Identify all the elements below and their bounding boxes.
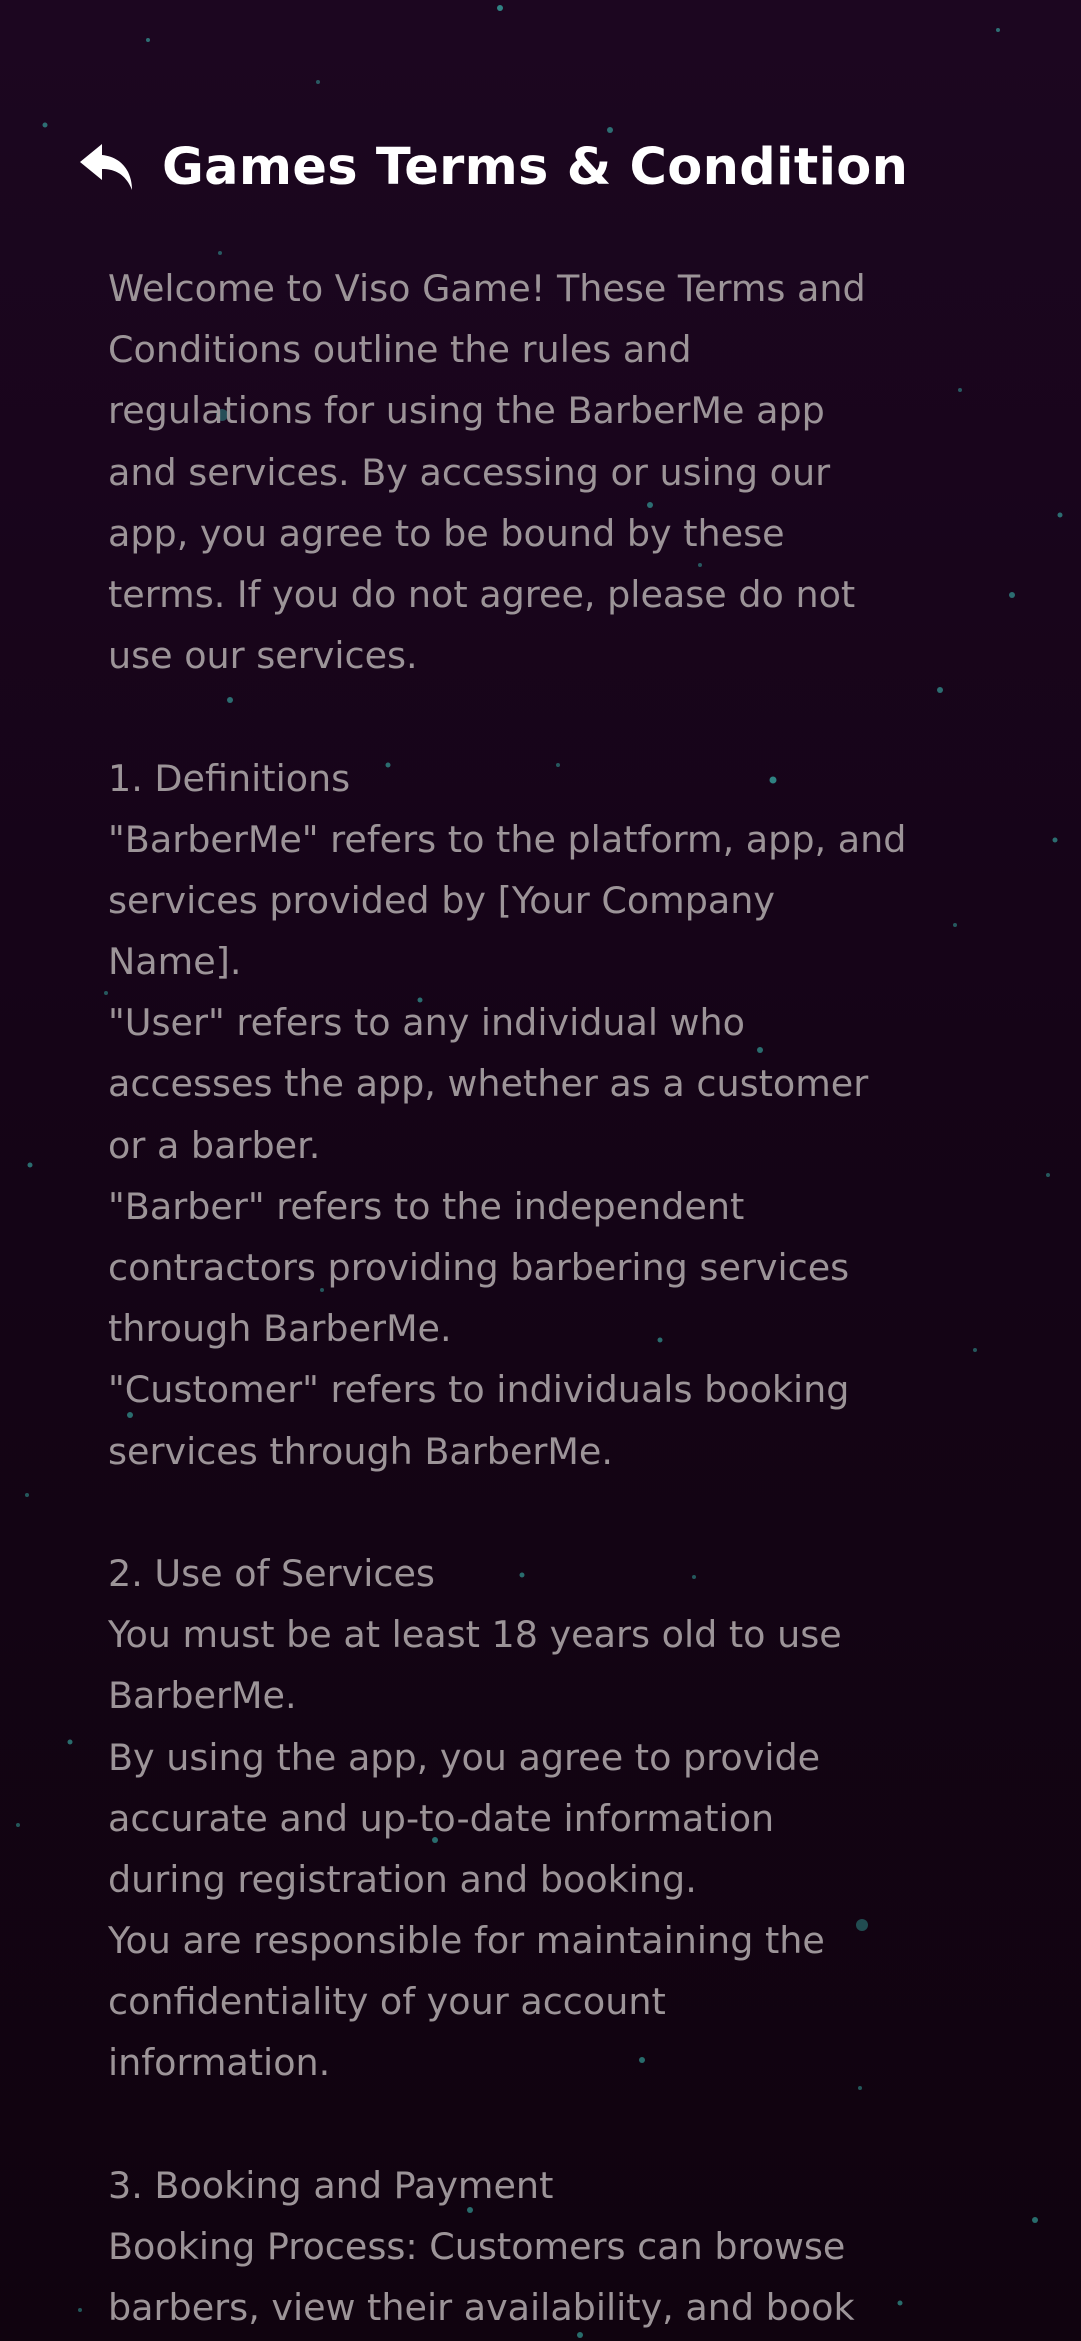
text-line: You must be at least 18 years old to use: [108, 1613, 842, 1657]
text-line: services through BarberMe.: [108, 1429, 613, 1473]
text-line: use our services.: [108, 634, 418, 678]
section-heading: 1. Definitions: [108, 756, 351, 800]
section-definitions: 1. Definitions "BarberMe" refers to the …: [108, 748, 988, 1482]
page-title: Games Terms & Condition: [162, 138, 909, 197]
text-line: accurate and up-to-date information: [108, 1796, 775, 1840]
section-booking-and-payment: 3. Booking and Payment Booking Process: …: [108, 2155, 988, 2339]
text-line: Name].: [108, 940, 242, 984]
back-button[interactable]: [78, 139, 136, 197]
text-line: "User" refers to any individual who: [108, 1001, 745, 1045]
text-line: or a barber.: [108, 1123, 321, 1167]
intro-paragraph: Welcome to Viso Game! These Terms and Co…: [108, 258, 988, 686]
text-line: during registration and booking.: [108, 1857, 697, 1901]
text-line: accesses the app, whether as a customer: [108, 1062, 869, 1106]
text-line: terms. If you do not agree, please do no…: [108, 572, 856, 616]
text-line: Welcome to Viso Game! These Terms and: [108, 267, 866, 310]
text-line: "Customer" refers to individuals booking: [108, 1368, 850, 1412]
text-line: and services. By accessing or using our: [108, 450, 831, 494]
reply-arrow-icon: [80, 143, 132, 190]
text-line: services provided by [Your Company: [108, 878, 775, 922]
text-line: app, you agree to be bound by these: [108, 511, 785, 555]
header-bar: Games Terms & Condition: [78, 130, 908, 205]
section-heading: 2. Use of Services: [108, 1551, 435, 1595]
section-heading: 3. Booking and Payment: [108, 2163, 554, 2207]
text-line: information.: [108, 2041, 331, 2085]
text-line: Conditions outline the rules and: [108, 328, 692, 372]
text-line: "Barber" refers to the independent: [108, 1184, 745, 1228]
text-line: By using the app, you agree to provide: [108, 1735, 821, 1779]
section-use-of-services: 2. Use of Services You must be at least …: [108, 1543, 988, 2094]
text-line: You are responsible for maintaining the: [108, 1919, 825, 1963]
text-line: through BarberMe.: [108, 1307, 452, 1351]
text-line: regulations for using the BarberMe app: [108, 389, 825, 433]
text-line: Booking Process: Customers can browse: [108, 2225, 846, 2268]
text-line: "BarberMe" refers to the platform, app, …: [108, 817, 907, 861]
text-line: contractors providing barbering services: [108, 1246, 850, 1289]
terms-content: Welcome to Viso Game! These Terms and Co…: [108, 258, 988, 2338]
text-line: BarberMe.: [108, 1674, 297, 1718]
text-line: confidentiality of your account: [108, 1980, 666, 2024]
text-line: barbers, view their availability, and bo…: [108, 2286, 855, 2330]
